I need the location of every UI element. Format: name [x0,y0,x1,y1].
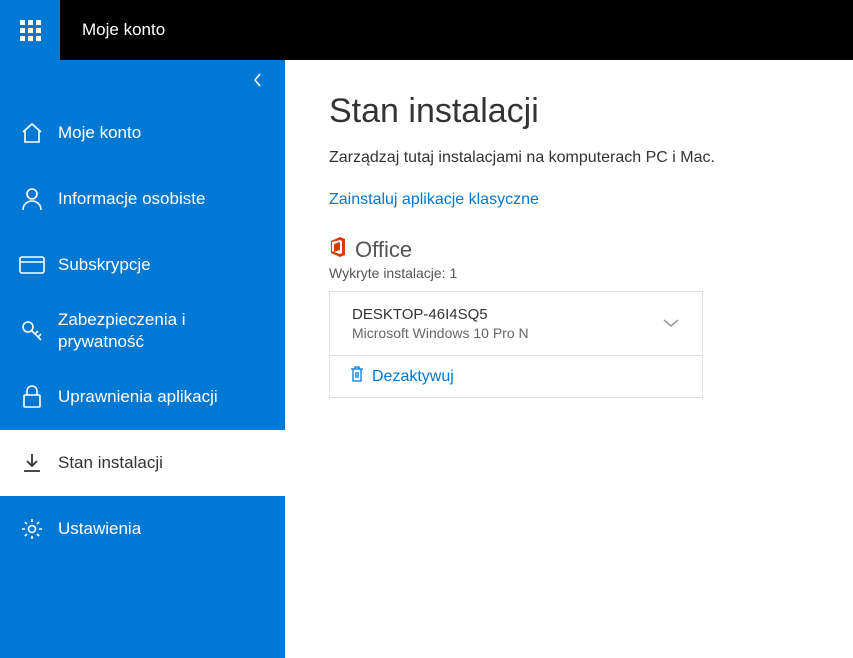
sidebar-item-app-permissions[interactable]: Uprawnienia aplikacji [0,364,285,430]
sidebar-item-label: Informacje osobiste [58,188,205,210]
key-icon [18,319,46,343]
chevron-left-icon [253,72,263,88]
page-description: Zarządzaj tutaj instalacjami na komputer… [329,149,809,167]
card-icon [18,256,46,274]
gear-icon [18,517,46,541]
deactivate-button[interactable]: Dezaktywuj [330,356,702,397]
sidebar-item-label: Stan instalacji [58,452,163,474]
sidebar-item-personal-info[interactable]: Informacje osobiste [0,166,285,232]
app-launcher-button[interactable] [0,0,60,60]
trash-icon [350,366,364,387]
topbar: Moje konto [0,0,853,60]
sidebar-item-security[interactable]: Zabezpieczenia i prywatność [0,298,285,364]
detected-installs-label: Wykryte instalacje: 1 [329,265,809,281]
office-icon [329,237,347,262]
sidebar-item-label: Moje konto [58,122,141,144]
sidebar-item-my-account[interactable]: Moje konto [0,100,285,166]
chevron-down-icon [662,315,680,333]
sidebar-item-label: Uprawnienia aplikacji [58,386,218,408]
install-device-name: DESKTOP-46I4SQ5 [352,306,662,323]
sidebar-collapse-button[interactable] [0,60,285,100]
sidebar-item-label: Zabezpieczenia i prywatność [58,309,267,353]
sidebar-item-settings[interactable]: Ustawienia [0,496,285,562]
install-card: DESKTOP-46I4SQ5 Microsoft Windows 10 Pro… [329,291,703,398]
page-title: Stan instalacji [329,92,809,131]
topbar-title: Moje konto [82,20,165,40]
install-row[interactable]: DESKTOP-46I4SQ5 Microsoft Windows 10 Pro… [330,292,702,356]
sidebar: Moje konto Informacje osobiste Subskrypc… [0,60,285,658]
download-icon [18,452,46,474]
sidebar-item-install-status[interactable]: Stan instalacji [0,430,285,496]
install-apps-link[interactable]: Zainstaluj aplikacje klasyczne [329,191,539,209]
sidebar-item-label: Ustawienia [58,518,141,540]
install-device-os: Microsoft Windows 10 Pro N [352,325,662,341]
deactivate-label: Dezaktywuj [372,368,454,386]
home-icon [18,122,46,144]
sidebar-item-subscriptions[interactable]: Subskrypcje [0,232,285,298]
product-header: Office [329,237,809,263]
waffle-icon [20,20,41,41]
product-name: Office [355,237,412,263]
sidebar-item-label: Subskrypcje [58,254,151,276]
main-content: Stan instalacji Zarządzaj tutaj instalac… [285,60,853,658]
person-icon [18,187,46,211]
lock-icon [18,385,46,409]
